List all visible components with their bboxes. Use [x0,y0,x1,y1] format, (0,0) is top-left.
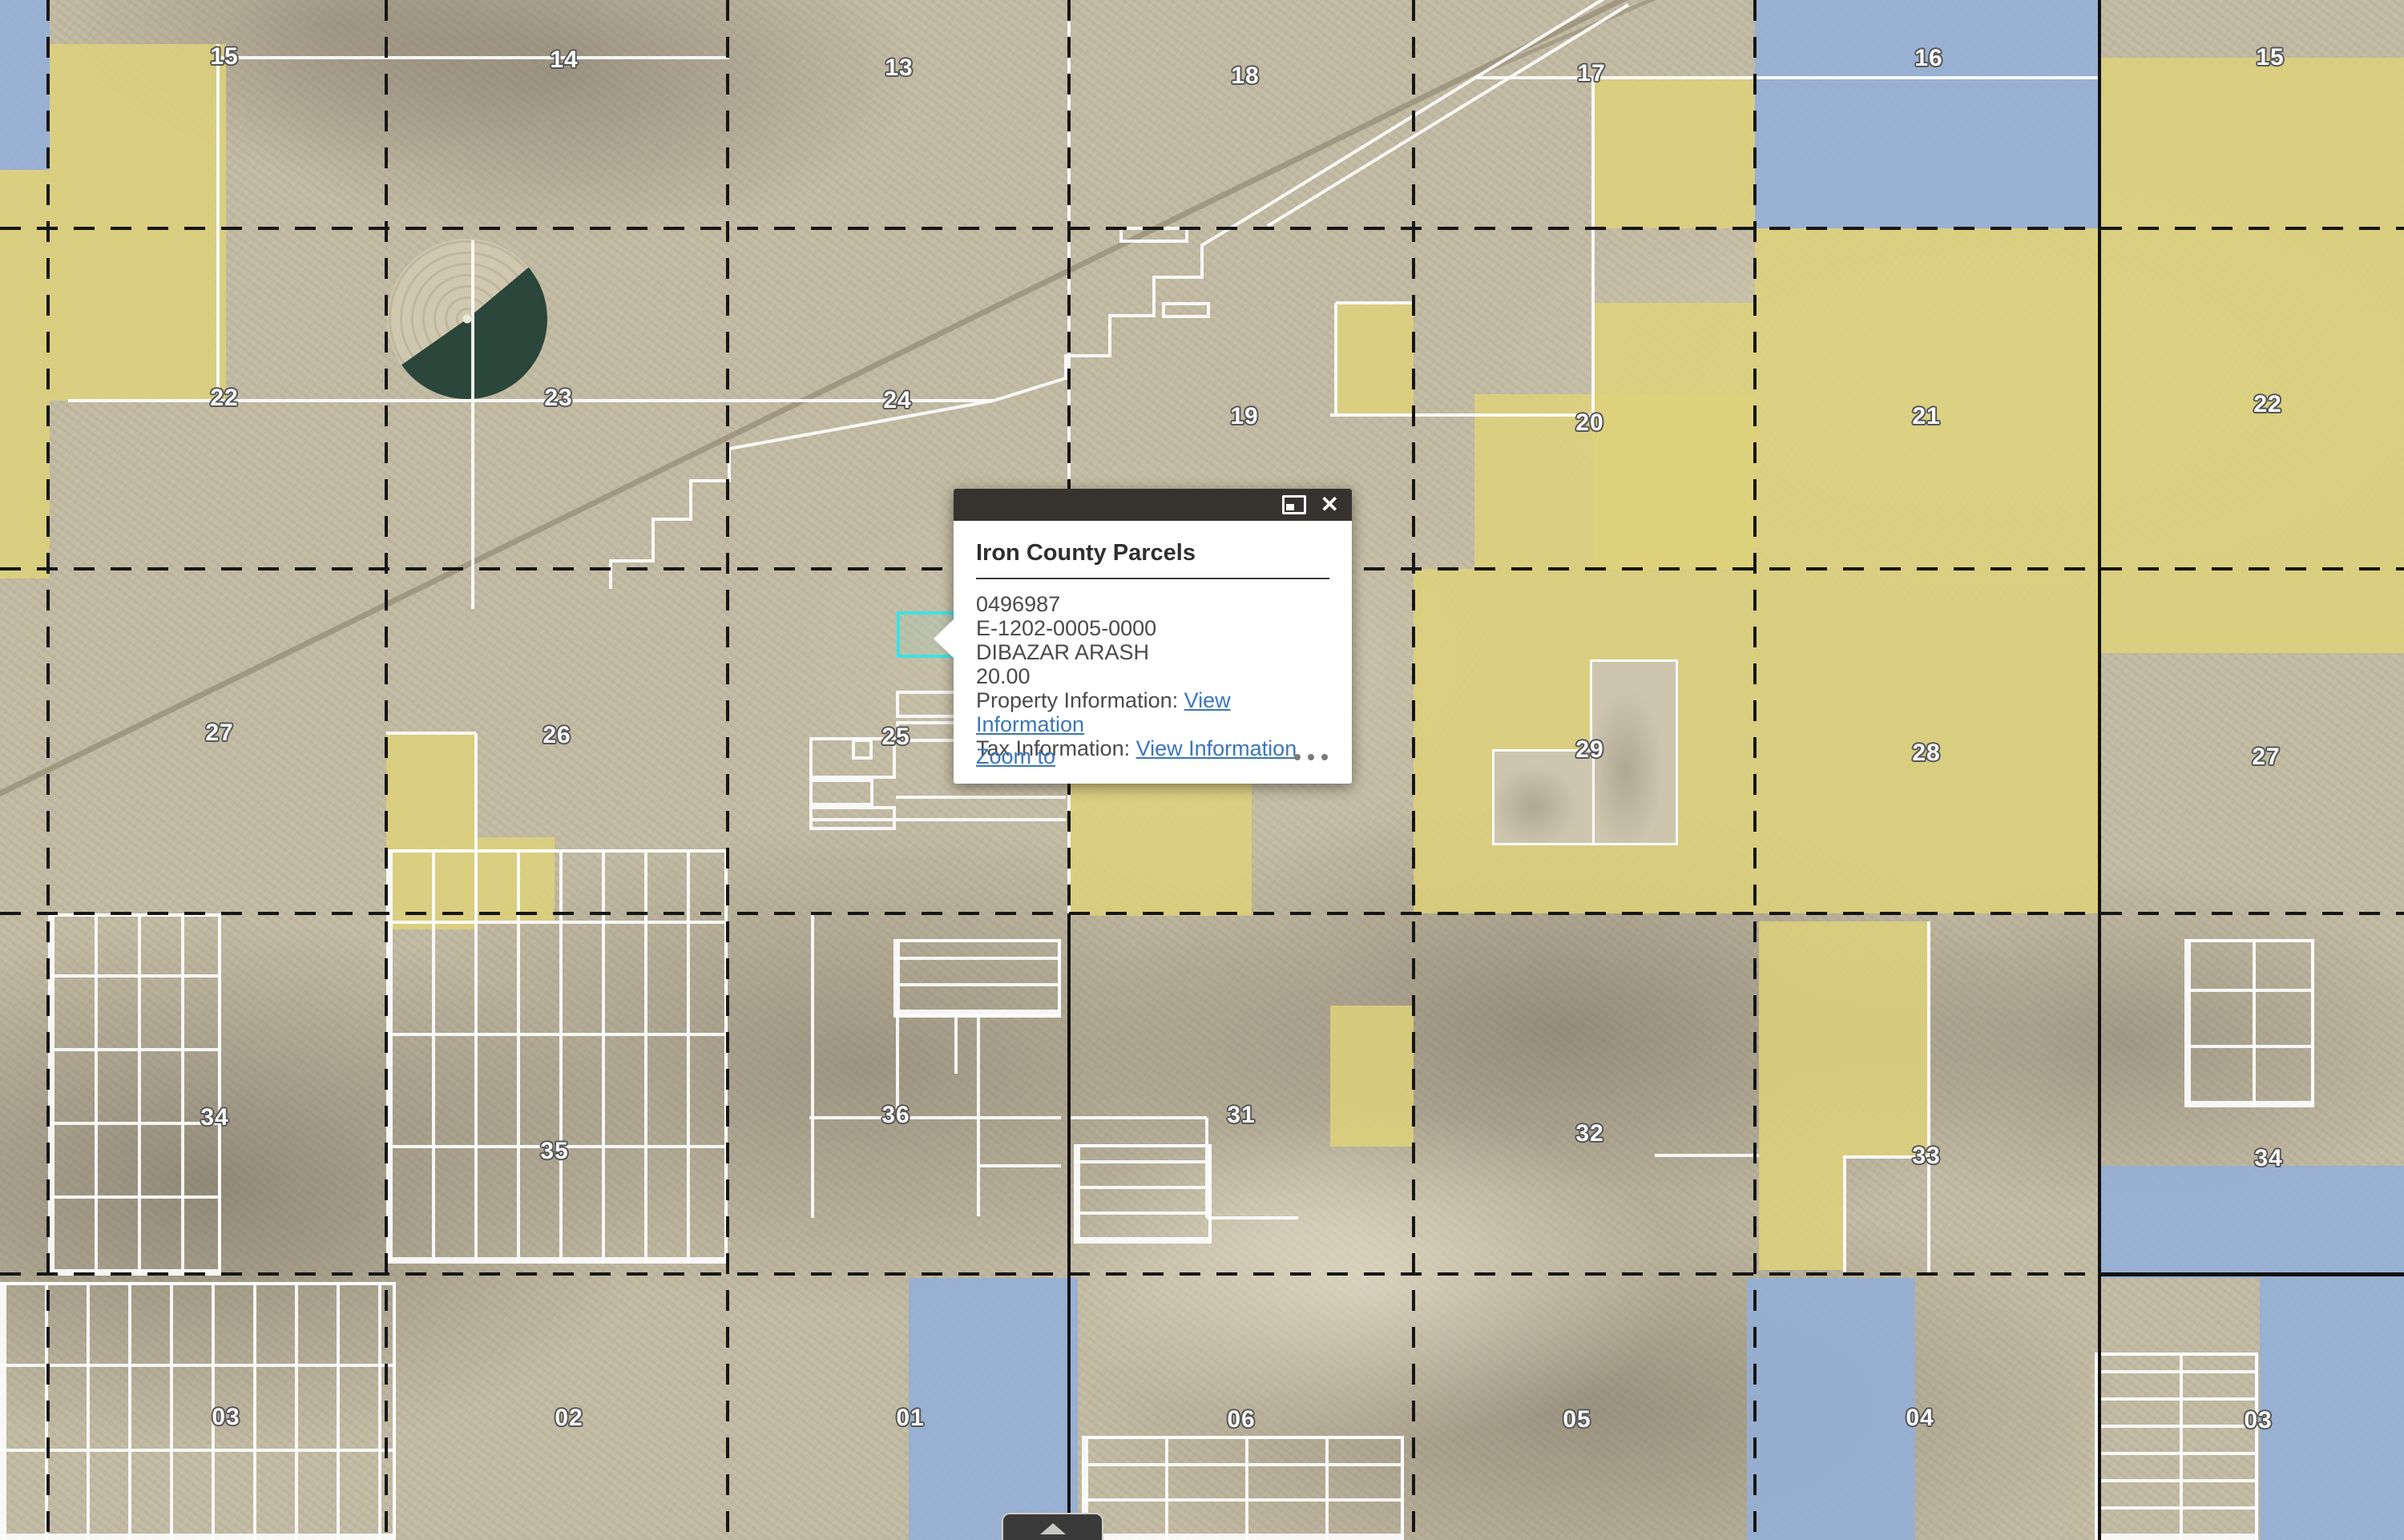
popup-callout-arrow [934,619,954,659]
map-canvas[interactable]: 15 14 13 18 17 16 15 22 23 24 19 20 21 22 27 26 25 29 28 27… [0,0,2404,1540]
zoom-to-link[interactable]: Zoom to [976,744,1055,769]
property-info-label: Property Information: [976,688,1178,712]
chevron-up-icon [1040,1523,1066,1534]
section-number-label: 15 [2256,44,2284,71]
section-number-label: 17 [1577,60,1605,87]
dock-icon-fill [1286,504,1294,510]
section-number-label: 20 [1575,409,1603,437]
options-icon[interactable] [1293,749,1329,765]
section-number-label: 27 [2252,744,2280,771]
acreage-value: 20.00 [976,664,1329,688]
popup-divider [976,578,1329,579]
section-number-label: 32 [1575,1120,1603,1147]
section-number-label: 23 [544,385,572,412]
popup-title: Iron County Parcels [976,540,1329,566]
popup-body: Iron County Parcels 0496987 E-1202-0005-… [954,521,1352,773]
section-number-label: 22 [2253,391,2281,418]
property-info-row: Property Information: View Information [976,688,1329,736]
section-number-label: 33 [1912,1143,1940,1170]
close-icon[interactable]: ✕ [1321,494,1339,516]
section-number-label: 18 [1231,62,1259,90]
section-number-label: 27 [205,720,233,747]
parcel-number-value: E-1202-0005-0000 [976,616,1329,640]
section-number-label: 03 [212,1404,240,1431]
section-number-label: 25 [881,724,910,751]
parcel-info-popup: ✕ Iron County Parcels 0496987 E-1202-000… [954,489,1352,784]
parcel-id-value: 0496987 [976,592,1329,616]
owner-name-value: DIBAZAR ARASH [976,640,1329,664]
section-number-label: 19 [1230,403,1258,430]
section-number-label: 02 [555,1405,583,1432]
section-number-label: 04 [1906,1405,1934,1432]
section-number-label: 13 [885,54,913,82]
section-number-label: 14 [550,46,578,74]
section-number-label: 05 [1563,1406,1591,1433]
section-number-label: 03 [2244,1407,2272,1434]
section-number-label: 16 [1914,45,1942,72]
attribution-expander-button[interactable] [1002,1513,1103,1540]
section-number-label: 29 [1575,736,1603,764]
section-number-label: 31 [1227,1102,1255,1129]
section-number-label: 06 [1227,1406,1255,1433]
popup-header: ✕ [954,489,1352,521]
dock-icon[interactable] [1282,495,1306,514]
section-number-label: 35 [540,1138,568,1165]
section-number-label: 22 [210,385,238,412]
popup-footer: Zoom to [976,744,1329,769]
section-number-label: 34 [2254,1145,2282,1172]
section-number-label: 21 [1912,403,1940,430]
section-number-label: 36 [881,1102,910,1129]
section-number-label: 15 [210,43,238,71]
section-number-label: 24 [883,387,911,414]
section-number-label: 34 [200,1104,228,1131]
section-number-label: 26 [543,722,571,749]
section-number-label: 28 [1912,740,1940,767]
section-number-label: 01 [896,1405,924,1432]
